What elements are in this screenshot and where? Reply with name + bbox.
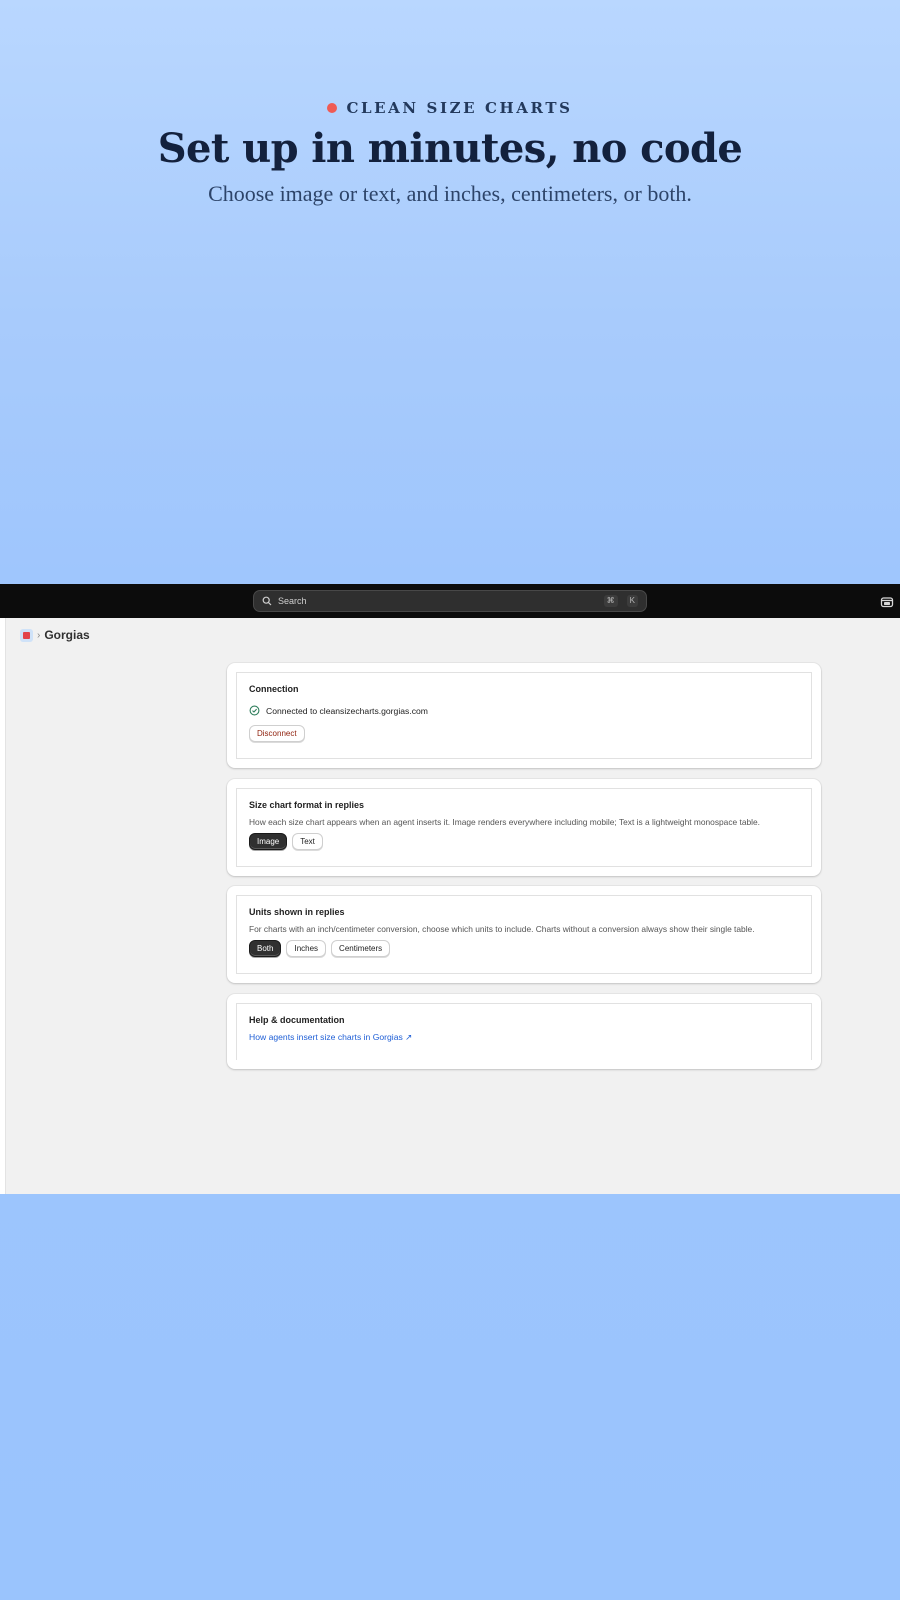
connection-status: Connected to cleansizecharts.gorgias.com (249, 705, 799, 716)
format-description: How each size chart appears when an agen… (249, 817, 760, 827)
eyebrow: CLEAN SIZE CHARTS (0, 96, 900, 120)
connection-card: Connection Connected to cleansizecharts.… (227, 663, 821, 768)
units-inches-button[interactable]: Inches (286, 940, 327, 957)
format-toggle-group: Image Text (249, 833, 799, 850)
format-title: Size chart format in replies (249, 800, 365, 810)
connection-status-text: Connected to cleansizecharts.gorgias.com (266, 705, 428, 716)
app-logo-icon[interactable] (20, 628, 33, 642)
help-title: Help & documentation (249, 1015, 345, 1025)
search-bar[interactable]: Search ⌘ K (253, 590, 647, 612)
red-dot-icon (327, 103, 338, 113)
search-placeholder: Search (278, 596, 307, 606)
chevron-right-icon: › (37, 629, 41, 641)
disconnect-button[interactable]: Disconnect (249, 725, 305, 742)
shortcut-k-key: K (626, 595, 638, 607)
app-window: Search ⌘ K › Gorgias Connection Connecte… (0, 584, 900, 1194)
format-image-button[interactable]: Image (249, 833, 288, 850)
store-icon[interactable] (880, 594, 894, 608)
connection-title: Connection (249, 684, 299, 694)
eyebrow-text: CLEAN SIZE CHARTS (346, 99, 573, 117)
units-both-button[interactable]: Both (249, 940, 282, 957)
format-card: Size chart format in replies How each si… (227, 779, 821, 876)
units-card: Units shown in replies For charts with a… (227, 886, 821, 983)
breadcrumb: › Gorgias (6, 618, 900, 652)
units-description: For charts with an inch/centimeter conve… (249, 924, 755, 934)
sidebar-edge (0, 618, 6, 1194)
hero: CLEAN SIZE CHARTS Set up in minutes, no … (0, 96, 900, 210)
help-link[interactable]: How agents insert size charts in Gorgias… (249, 1032, 412, 1043)
format-text-button[interactable]: Text (292, 833, 323, 850)
shortcut-cmd-key: ⌘ (603, 595, 618, 607)
top-bar: Search ⌘ K (0, 584, 900, 618)
help-card: Help & documentation How agents insert s… (227, 994, 821, 1069)
page-title: Gorgias (44, 628, 90, 642)
hero-headline: Set up in minutes, no code (157, 125, 743, 172)
search-icon (262, 596, 272, 606)
units-title: Units shown in replies (249, 907, 345, 917)
units-toggle-group: Both Inches Centimeters (249, 940, 799, 957)
check-circle-icon (249, 705, 260, 716)
units-centimeters-button[interactable]: Centimeters (331, 940, 391, 957)
hero-subhead: Choose image or text, and inches, centim… (208, 181, 692, 206)
